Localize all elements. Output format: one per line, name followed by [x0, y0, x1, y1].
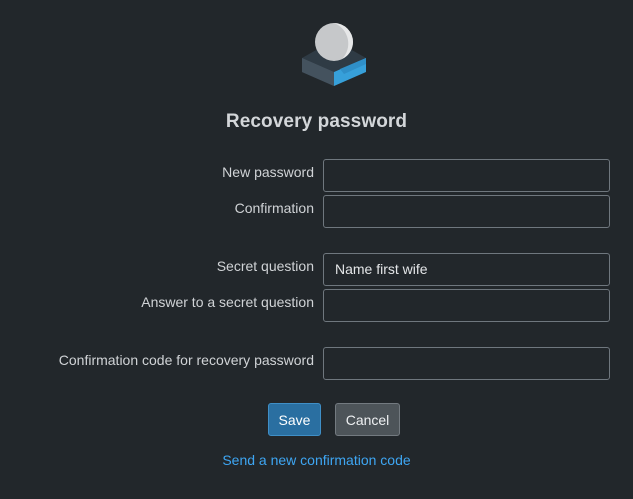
new-password-label: New password: [222, 164, 314, 180]
roundcube-logo-icon: [302, 23, 366, 86]
new-password-input[interactable]: [323, 159, 610, 192]
secret-question-field: Name first wife: [323, 253, 610, 286]
answer-label: Answer to a secret question: [141, 294, 314, 310]
recovery-password-page: Recovery password New password Confirmat…: [0, 0, 633, 499]
page-title: Recovery password: [225, 111, 408, 132]
confirmation-label: Confirmation: [234, 200, 314, 216]
cancel-button[interactable]: Cancel: [335, 403, 400, 436]
save-button[interactable]: Save: [268, 403, 321, 436]
confirmation-code-label: Confirmation code for recovery password: [58, 352, 314, 368]
send-new-confirmation-code-link[interactable]: Send a new confirmation code: [0, 452, 633, 468]
confirmation-input[interactable]: [323, 195, 610, 228]
answer-input[interactable]: [323, 289, 610, 322]
confirmation-code-input[interactable]: [323, 347, 610, 380]
secret-question-label: Secret question: [216, 258, 314, 274]
